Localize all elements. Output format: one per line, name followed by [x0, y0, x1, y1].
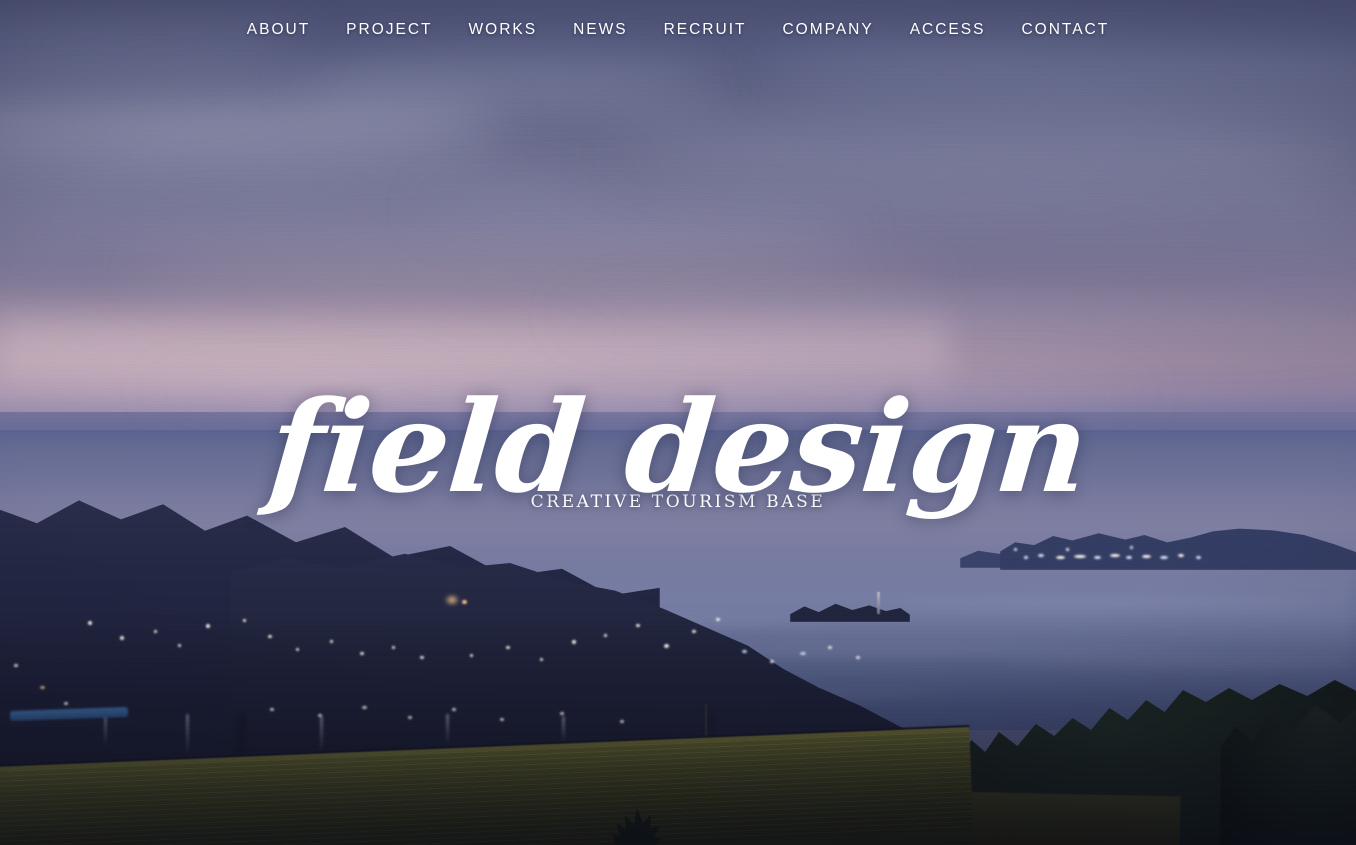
nav-item-project[interactable]: PROJECT	[328, 15, 450, 45]
vignette	[0, 0, 1356, 845]
hero-background-photo	[0, 0, 1356, 845]
nav-item-about[interactable]: ABOUT	[229, 15, 328, 45]
nav-item-recruit[interactable]: RECRUIT	[646, 15, 765, 45]
page-root: ABOUT PROJECT WORKS NEWS RECRUIT COMPANY…	[0, 0, 1356, 845]
main-navigation: ABOUT PROJECT WORKS NEWS RECRUIT COMPANY…	[0, 0, 1356, 60]
nav-list: ABOUT PROJECT WORKS NEWS RECRUIT COMPANY…	[229, 15, 1127, 45]
nav-item-contact[interactable]: CONTACT	[1003, 15, 1127, 45]
nav-item-news[interactable]: NEWS	[555, 15, 646, 45]
nav-item-works[interactable]: WORKS	[451, 15, 556, 45]
nav-item-company[interactable]: COMPANY	[764, 15, 891, 45]
nav-item-access[interactable]: ACCESS	[892, 15, 1004, 45]
